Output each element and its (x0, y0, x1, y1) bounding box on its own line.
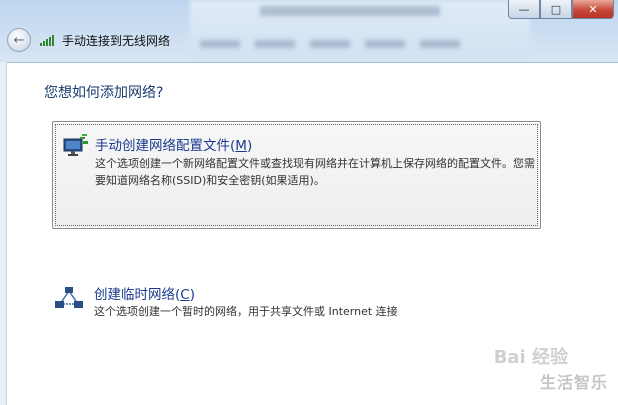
title-bar: — □ ✕ ← 手动连接到无线网络 (0, 0, 618, 63)
left-edge (0, 62, 7, 405)
adhoc-network-icon (55, 287, 83, 308)
window-title: 手动连接到无线网络 (62, 34, 171, 48)
minimize-button[interactable]: — (508, 0, 540, 19)
adhoc-network-option[interactable]: 创建临时网络(C) 这个选项创建一个暂时的网络，用于共享文件或 Internet… (52, 281, 541, 331)
maximize-button[interactable]: □ (540, 0, 572, 19)
close-button[interactable]: ✕ (572, 0, 614, 19)
back-button[interactable]: ← (7, 28, 31, 52)
manual-profile-title: 手动创建网络配置文件(M) (95, 138, 253, 154)
window-controls: — □ ✕ (508, 0, 614, 20)
watermark-life: 生活智乐 (539, 373, 608, 392)
adhoc-network-title: 创建临时网络(C) (94, 287, 195, 303)
manual-profile-option[interactable]: 手动创建网络配置文件(M) 这个选项创建一个新网络配置文件或查找现有网络并在计算… (52, 121, 541, 229)
blur-bar (310, 40, 350, 48)
blur-bar (420, 40, 460, 48)
wireless-monitor-icon (63, 134, 88, 156)
wireless-signal-icon (40, 34, 56, 46)
watermark-baidu: Bai 经验 (493, 347, 568, 368)
back-arrow-icon: ← (13, 32, 25, 48)
manual-profile-description: 这个选项创建一个新网络配置文件或查找现有网络并在计算机上保存网络的配置文件。您需… (95, 157, 535, 187)
blur-bar (365, 40, 405, 48)
blur-bar (255, 40, 295, 48)
blur-bar (200, 40, 240, 48)
blur-bar (260, 6, 440, 16)
page-heading: 您想如何添加网络? (44, 85, 164, 101)
adhoc-network-description: 这个选项创建一个暂时的网络，用于共享文件或 Internet 连接 (94, 305, 398, 318)
